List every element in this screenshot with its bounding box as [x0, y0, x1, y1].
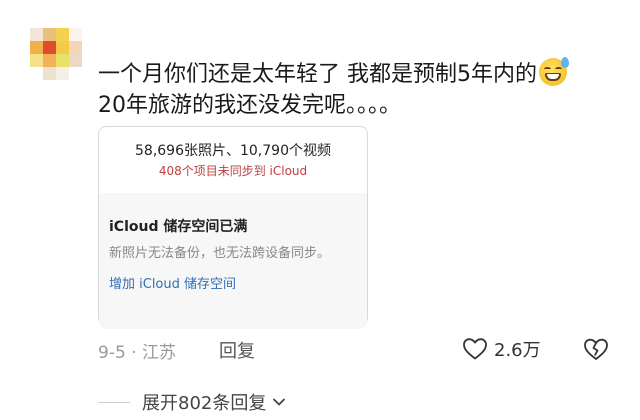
storage-full-title: iCloud 储存空间已满 [109, 219, 248, 235]
heart-outline-icon [463, 338, 487, 360]
expand-replies-button[interactable]: 展开802条回复 [98, 388, 286, 416]
comment-line-1: 一个月你们还是太年轻了 我都是预制5年内的 [98, 62, 537, 87]
avatar[interactable] [30, 28, 82, 80]
like-button[interactable]: 2.6万 [462, 336, 541, 362]
like-count: 2.6万 [494, 340, 541, 361]
expand-replies-label: 展开802条回复 [142, 393, 267, 414]
broken-heart-icon[interactable] [582, 336, 610, 362]
comment-text: 一个月你们还是太年轻了 我都是预制5年内的 20年旅游的我还没发完呢。。。。 [98, 57, 638, 121]
grinning-face-with-sweat-icon [539, 57, 569, 86]
photo-video-count: 58,696张照片、10,790个视频 [135, 143, 331, 159]
chevron-down-icon [273, 398, 286, 406]
comment-meta-row: 9-5 · 江苏 回复 2.6万 [98, 336, 628, 363]
divider [98, 401, 130, 403]
icloud-screenshot-card[interactable]: 58,696张照片、10,790个视频 408个项目未同步到 iCloud iC… [98, 126, 368, 329]
comment-line-2: 20年旅游的我还没发完呢。。。。 [98, 93, 401, 118]
add-storage-link[interactable]: 增加 iCloud 储存空间 [109, 273, 236, 292]
reply-button[interactable]: 回复 [219, 337, 255, 363]
date-location: 9-5 · 江苏 [98, 343, 176, 363]
storage-full-description: 新照片无法备份，也无法跨设备同步。 [109, 246, 331, 261]
storage-panel [99, 193, 367, 329]
unsynced-items-notice: 408个项目未同步到 iCloud [158, 164, 308, 178]
